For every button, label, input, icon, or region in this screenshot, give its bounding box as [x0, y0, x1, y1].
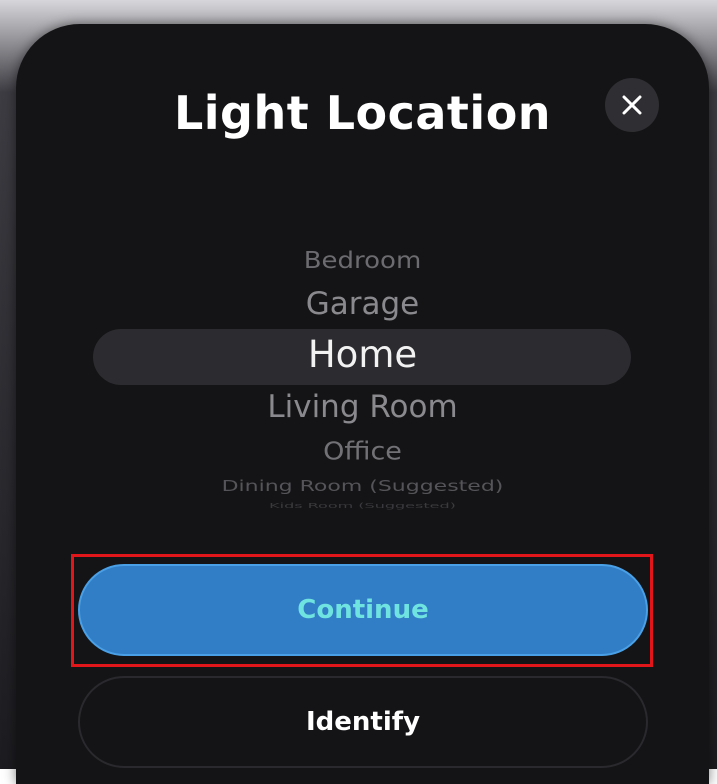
picker-item-kids-room[interactable]: Kids Room (Suggested) — [16, 501, 709, 510]
picker-item-home-selected[interactable]: Home — [16, 333, 709, 376]
picker-item-dining-room[interactable]: Dining Room (Suggested) — [16, 478, 709, 496]
picker-item-garage[interactable]: Garage — [16, 286, 709, 322]
continue-button[interactable]: Continue — [78, 564, 648, 656]
picker-item-office[interactable]: Office — [16, 437, 709, 466]
picker-item-bedroom[interactable]: Bedroom — [16, 248, 709, 275]
location-picker[interactable]: Bedroom Garage Home Living Room Office D… — [16, 234, 709, 524]
close-icon — [622, 95, 642, 115]
dialog-title: Light Location — [173, 86, 552, 140]
close-button[interactable] — [605, 78, 659, 132]
picker-item-living-room[interactable]: Living Room — [16, 389, 709, 425]
light-location-sheet: Light Location Bedroom Garage Home Livin… — [16, 24, 709, 784]
identify-button[interactable]: Identify — [78, 676, 648, 768]
